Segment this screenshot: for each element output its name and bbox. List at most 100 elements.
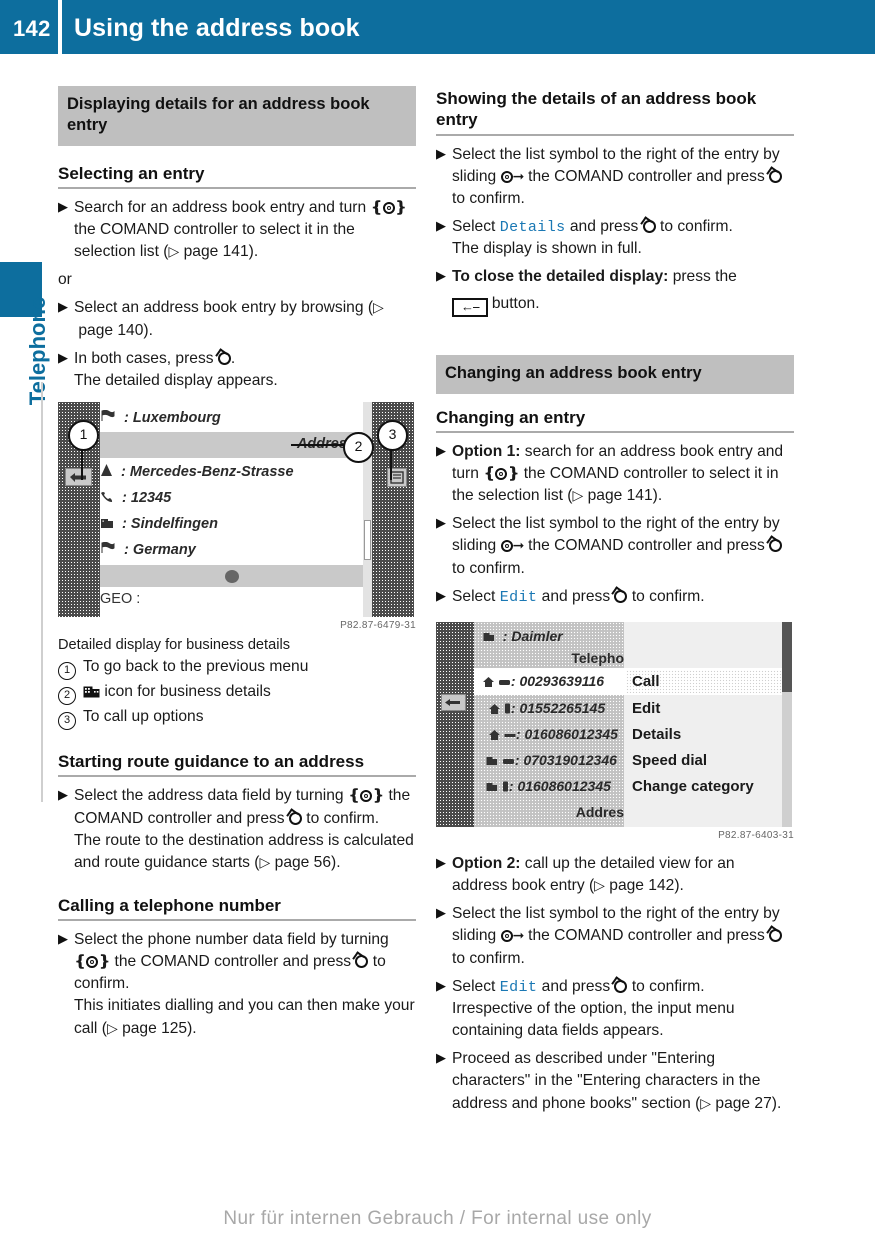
bullet-triangle-icon: ▶ (436, 515, 446, 531)
or-separator: or (58, 271, 72, 289)
screen-scrollbar-thumb[interactable] (782, 622, 792, 693)
bullet-triangle-icon: ▶ (58, 349, 68, 365)
step-bold-lead: Option 2: (452, 855, 521, 873)
step-select-edit-2: ▶ Select Edit and press to confirm. Irre… (436, 976, 794, 1043)
screen-phone-row-5[interactable]: : 016086012345 (486, 778, 611, 794)
building-icon (486, 783, 497, 792)
heading-rule (58, 775, 416, 778)
command-label-edit[interactable]: Edit (500, 589, 538, 606)
step-text-cont: and press (541, 587, 611, 605)
heading-rule (436, 430, 794, 433)
ref-arrow-icon: ▷ (373, 299, 384, 316)
screen-row-country: : Germany (100, 541, 196, 558)
comand-turn-icon: ❴ ❵ (74, 953, 111, 971)
page-number: 142 (13, 16, 51, 41)
screen-menu-item-speed-dial[interactable]: Speed dial (632, 752, 707, 769)
comand-screenshot-phone-options: : Daimler Telepho : 00293639116 : 015522… (436, 622, 792, 828)
road-icon (101, 464, 112, 476)
screen-phone-row-4[interactable]: : 070319012346 (486, 752, 617, 768)
page-header: 142 Using the address book (0, 0, 875, 54)
screen-back-icon[interactable] (65, 468, 92, 486)
legend-text: To go back to the previous menu (83, 658, 309, 676)
comand-press-icon (769, 929, 783, 943)
ref-arrow-icon: ▷ (572, 487, 584, 504)
command-label-edit[interactable]: Edit (500, 979, 538, 996)
page-reference: page 27 (715, 1094, 772, 1112)
header-divider (58, 0, 62, 54)
figure-code-1: P82.87-6479-31 (340, 620, 416, 631)
building-icon (83, 683, 100, 698)
screen-row-country-top: : Luxembourg (100, 409, 221, 426)
ref-arrow-icon: ▷ (259, 853, 271, 870)
screen-menu-item-change-category[interactable]: Change category (632, 778, 754, 795)
mobile-icon (504, 703, 510, 714)
step-text-end: ). (143, 321, 153, 339)
page-reference: page 141 (183, 243, 249, 261)
screen-options-menu-pane[interactable] (624, 622, 782, 828)
step-text-cont: the COMAND controller and press (528, 927, 765, 945)
step-result: This initiates dialling and you can then… (74, 997, 415, 1037)
step-text: Select the address data field by turning (74, 787, 344, 805)
comand-screenshot-2-wrapper: : Daimler Telepho : 00293639116 : 015522… (436, 622, 794, 841)
step-text-cont: and press (569, 217, 639, 235)
screen-scrollbar-thumb[interactable] (364, 520, 371, 560)
screen-left-sidebar (436, 622, 474, 828)
step-result: The route to the destination address is … (74, 831, 414, 871)
heading-rule (58, 918, 416, 921)
screen-row-street: : Mercedes-Benz-Strasse (100, 464, 294, 480)
page-reference: page 141 (587, 487, 653, 505)
fax-icon (504, 734, 516, 738)
screen-telephone-label: Telepho (571, 650, 624, 667)
home-icon (489, 730, 500, 741)
step-close-detailed-display: ▶ To close the detailed display: press t… (436, 266, 794, 318)
comand-press-icon (642, 219, 656, 233)
comand-screenshot-1-wrapper: : Luxembourg Address : Mercedes-Benz-Str… (58, 402, 416, 631)
back-button-line: ←⎯ button. (452, 293, 794, 318)
screen-back-icon[interactable] (441, 694, 466, 712)
bullet-triangle-icon: ▶ (58, 930, 68, 946)
screen-phone-row-3[interactable]: : 016086012345 (489, 726, 618, 742)
step-select-address-field: ▶ Select the address data field by turni… (58, 785, 416, 874)
step-option-2: ▶ Option 2: call up the detailed view fo… (436, 853, 794, 897)
page-reference: page 125 (122, 1019, 188, 1037)
phone-icon (101, 492, 113, 502)
comand-press-icon (614, 979, 628, 993)
step-text: Select (452, 217, 496, 235)
screen-geo-row: GEO : (100, 591, 141, 607)
step-bold-lead: Option 1: (452, 442, 521, 460)
step-text-end: to confirm. (452, 189, 525, 207)
ref-arrow-icon: ▷ (594, 877, 605, 894)
home-icon (483, 677, 494, 688)
back-button-icon[interactable]: ←⎯ (452, 297, 488, 318)
page-reference: page 56 (274, 853, 332, 871)
command-label-details[interactable]: Details (500, 219, 566, 236)
subheading-calling-number: Calling a telephone number (58, 895, 281, 915)
screen-menu-item-details[interactable]: Details (632, 726, 681, 743)
step-text-end: to confirm. (660, 217, 733, 235)
comand-press-icon (355, 955, 369, 969)
comand-turn-icon: ❴ ❵ (347, 787, 385, 805)
legend-text: To call up options (83, 708, 204, 726)
phone-icon (502, 759, 514, 765)
step-select-list-symbol-2: ▶ Select the list symbol to the right of… (436, 513, 794, 579)
screen-menu-item-edit[interactable]: Edit (632, 700, 660, 717)
subheading-selecting-an-entry: Selecting an entry (58, 163, 205, 183)
screen-phone-row-1[interactable]: : 00293639116 (483, 673, 604, 689)
back-arrow-icon (445, 699, 460, 707)
screen-row-city: : Sindelfingen (100, 516, 218, 532)
step-entering-characters: ▶ Proceed as described under "Entering c… (436, 1048, 794, 1114)
screen-menu-item-call[interactable]: Call (632, 673, 660, 690)
comand-slide-right-icon: ➞ (500, 166, 524, 187)
bullet-triangle-icon: ▶ (436, 145, 446, 161)
comand-screenshot-detailed-display: : Luxembourg Address : Mercedes-Benz-Str… (58, 402, 414, 617)
legend-text-with-icon: icon for business details (83, 681, 271, 704)
step-text-end: to confirm. (306, 809, 380, 827)
figure-caption-1: Detailed display for business details (58, 637, 291, 653)
step-text-end: button. (491, 294, 540, 312)
section-heading-displaying-details: Displaying details for an address book e… (58, 86, 416, 146)
step-select-details: ▶ Select Details and press to confirm. T… (436, 216, 794, 260)
screen-phone-row-2[interactable]: : 01552265145 (489, 700, 605, 716)
step-text-end: to confirm. (452, 949, 525, 967)
chapter-tab-label: Telephone (25, 296, 50, 406)
bullet-triangle-icon: ▶ (436, 977, 446, 993)
